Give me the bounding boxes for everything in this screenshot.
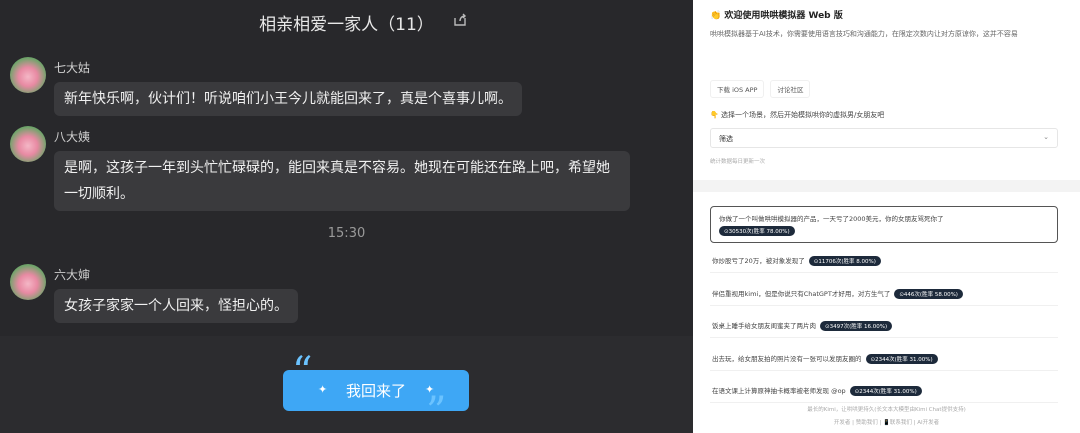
avatar[interactable]: [10, 57, 46, 93]
banner-text: 我回来了: [345, 382, 406, 400]
action-buttons: 下载 iOS APP 讨论社区: [710, 80, 811, 98]
scenario-card[interactable]: 伴侣重视用kimi，但是你说只有ChatGPT才好用，对方生气了 ⊙446次(胜率…: [710, 283, 1058, 306]
download-ios-button[interactable]: 下载 iOS APP: [710, 80, 765, 98]
sender-name: 八大姨: [54, 130, 91, 144]
chat-message: 八大姨 是啊，这孩子一年到头忙忙碌碌的，能回来真是不容易。她现在可能还在路上吧，…: [10, 126, 630, 211]
chevron-down-icon: ⌄: [1043, 133, 1049, 141]
chat-message: 六大婶 女孩子家家一个人回来，怪担心的。: [10, 264, 298, 323]
chat-message: 七大姑 新年快乐啊，伙计们！听说咱们小王今儿就能回来了，真是个喜事儿啊。: [10, 57, 522, 116]
page-description: 哄哄模拟器基于AI技术，你需要使用语言技巧和沟通能力，在限定次数内让对方原谅你，…: [710, 30, 1018, 38]
community-button[interactable]: 讨论社区: [770, 80, 811, 98]
avatar[interactable]: [10, 264, 46, 300]
scenario-prompt: 👇 选择一个场景，然后开始模拟哄你的虚拟男/女朋友吧: [710, 111, 885, 119]
footer-note: 最长的Kimi，让哄哄更持久(长文本大模型由Kimi Chat提供支持): [807, 407, 966, 413]
message-bubble: 是啊，这孩子一年到头忙忙碌碌的，能回来真是不容易。她现在可能还在路上吧，希望她一…: [54, 151, 630, 211]
filter-select[interactable]: 筛选 ⌄: [710, 128, 1058, 148]
quote-open-icon: “: [292, 349, 313, 395]
sparkle-icon: ✦: [425, 383, 435, 396]
scenario-text: 伴侣重视用kimi，但是你说只有ChatGPT才好用，对方生气了: [712, 290, 891, 298]
timestamp: 15:30: [327, 226, 366, 241]
count-badge: ⊙3497次(胜率 16.00%): [820, 321, 893, 331]
count-badge: ⊙446次(胜率 58.00%): [894, 289, 963, 299]
chat-panel: 相亲相爱一家人（11） 七大姑 新年快乐啊，伙计们！听说咱们小王今儿就能回来了，…: [0, 0, 693, 433]
scenario-text: 饭桌上睡手给女朋友闺蜜夹了两片肉: [712, 322, 816, 330]
sender-name: 七大姑: [54, 61, 91, 75]
scenario-text: 你炒股亏了20万，被对象发现了: [712, 257, 805, 265]
scenario-text: 出去玩，给女朋友拍的照片没有一张可以发朋友圈的: [712, 355, 862, 363]
scenario-card[interactable]: 在语文课上计算原神抽卡概率被老师发现 @op ⊙2344次(胜率 31.00%): [710, 380, 1058, 403]
sender-name: 六大婶: [54, 268, 91, 282]
scenario-card-selected[interactable]: 你做了一个叫做哄哄模拟器的产品，一天亏了2000美元，你的女朋友骂死你了 ⊙30…: [710, 206, 1058, 243]
web-panel: 👏 欢迎使用哄哄模拟器 Web 版 哄哄模拟器基于AI技术，你需要使用语言技巧和…: [693, 0, 1080, 433]
footer-links[interactable]: 开发者 | 赞助我们 | 📱联系我们 | AI开发者: [693, 418, 1080, 426]
scenario-text: 你做了一个叫做哄哄模拟器的产品，一天亏了2000美元，你的女朋友骂死你了: [719, 215, 944, 223]
count-badge: ⊙11706次(胜率 8.00%): [808, 256, 881, 266]
sparkle-icon: ✦: [318, 383, 328, 396]
avatar[interactable]: [10, 126, 46, 162]
count-badge: ⊙2344次(胜率 31.00%): [865, 354, 938, 364]
count-badge: ⊙2344次(胜率 31.00%): [849, 386, 922, 396]
scenario-card[interactable]: 出去玩，给女朋友拍的照片没有一张可以发朋友圈的 ⊙2344次(胜率 31.00%): [710, 348, 1058, 371]
chat-title: 相亲相爱一家人（11）: [259, 14, 434, 35]
quote-close-icon: ”: [426, 389, 447, 433]
message-bubble: 新年快乐啊，伙计们！听说咱们小王今儿就能回来了，真是个喜事儿啊。: [54, 82, 522, 116]
count-badge: ⊙30530次(胜率 78.00%): [719, 226, 795, 236]
share-icon[interactable]: [452, 12, 468, 28]
scenario-card[interactable]: 饭桌上睡手给女朋友闺蜜夹了两片肉 ⊙3497次(胜率 16.00%): [710, 315, 1058, 338]
stat-note: 统计数据每日更新一次: [710, 159, 766, 165]
page-title: 👏 欢迎使用哄哄模拟器 Web 版: [710, 11, 843, 21]
message-bubble: 女孩子家家一个人回来，怪担心的。: [54, 289, 298, 323]
filter-select-value: 筛选: [719, 135, 733, 143]
divider: [693, 180, 1080, 192]
scenario-text: 在语文课上计算原神抽卡概率被老师发现 @op: [712, 387, 846, 395]
scenario-card[interactable]: 你炒股亏了20万，被对象发现了 ⊙11706次(胜率 8.00%): [710, 250, 1058, 273]
